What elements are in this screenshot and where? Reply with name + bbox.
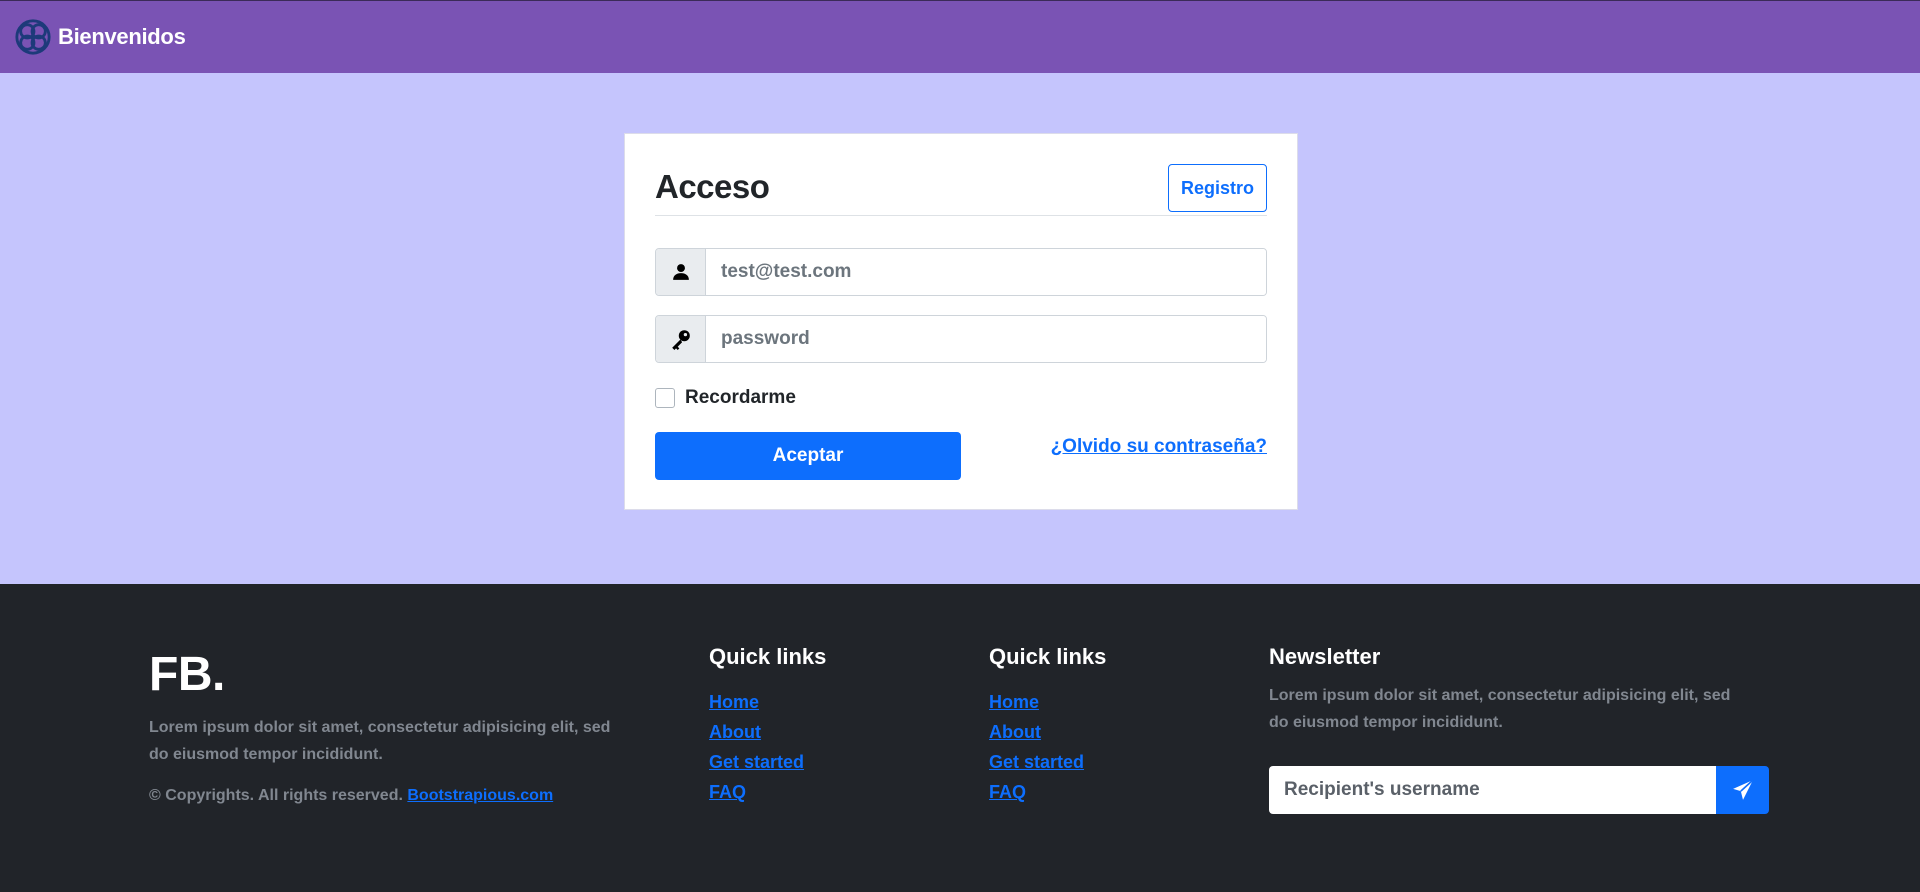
brand-logo-icon[interactable]: [14, 18, 52, 56]
email-input-group: [655, 248, 1267, 296]
quick-links-column-1: Quick links Home About Get started FAQ: [709, 644, 826, 812]
email-input[interactable]: [706, 249, 1266, 295]
newsletter-description: Lorem ipsum dolor sit amet, consectetur …: [1269, 687, 1731, 731]
copyright-link[interactable]: Bootstrapious.com: [407, 787, 553, 804]
footer-link-faq[interactable]: FAQ: [989, 782, 1026, 802]
newsletter-input[interactable]: [1269, 766, 1716, 814]
password-input[interactable]: [706, 316, 1266, 362]
password-input-group: [655, 315, 1267, 363]
copyright-text: © Copyrights. All rights reserved.: [149, 787, 403, 804]
footer-link-about[interactable]: About: [709, 722, 761, 742]
footer-brand: FB.: [149, 648, 225, 701]
footer-description: Lorem ipsum dolor sit amet, consectetur …: [149, 719, 611, 763]
user-icon: [656, 249, 706, 295]
newsletter-title: Newsletter: [1269, 644, 1381, 669]
brand-name[interactable]: Bienvenidos: [58, 24, 186, 50]
remember-label[interactable]: Recordarme: [685, 387, 796, 409]
footer-copyright: © Copyrights. All rights reserved. Boots…: [149, 787, 553, 805]
paper-plane-icon: [1732, 779, 1753, 800]
register-button[interactable]: Registro: [1168, 164, 1267, 212]
quick-links-column-2: Quick links Home About Get started FAQ: [989, 644, 1106, 812]
login-title: Acceso: [655, 168, 770, 205]
footer-link-faq[interactable]: FAQ: [709, 782, 746, 802]
login-card: Acceso Registro Recordarme Aceptar ¿Olvi…: [624, 133, 1298, 510]
newsletter-send-button[interactable]: [1716, 766, 1769, 814]
quick-links-title: Quick links: [989, 644, 1107, 669]
footer-link-about[interactable]: About: [989, 722, 1041, 742]
newsletter-section: Newsletter Lorem ipsum dolor sit amet, c…: [1269, 644, 1769, 814]
footer: FB. Lorem ipsum dolor sit amet, consecte…: [0, 584, 1920, 892]
footer-link-get-started[interactable]: Get started: [709, 752, 804, 772]
footer-link-get-started[interactable]: Get started: [989, 752, 1084, 772]
footer-link-home[interactable]: Home: [709, 692, 759, 712]
forgot-password-link[interactable]: ¿Olvido su contraseña?: [1051, 436, 1267, 458]
newsletter-input-group: [1269, 766, 1769, 814]
remember-me-row[interactable]: Recordarme: [655, 387, 796, 409]
footer-link-home[interactable]: Home: [989, 692, 1039, 712]
quick-links-title: Quick links: [709, 644, 827, 669]
navbar: Bienvenidos: [0, 0, 1920, 73]
submit-button[interactable]: Aceptar: [655, 432, 961, 480]
remember-checkbox[interactable]: [655, 388, 675, 408]
key-icon: [656, 316, 706, 362]
card-header: Acceso Registro: [655, 164, 1267, 216]
